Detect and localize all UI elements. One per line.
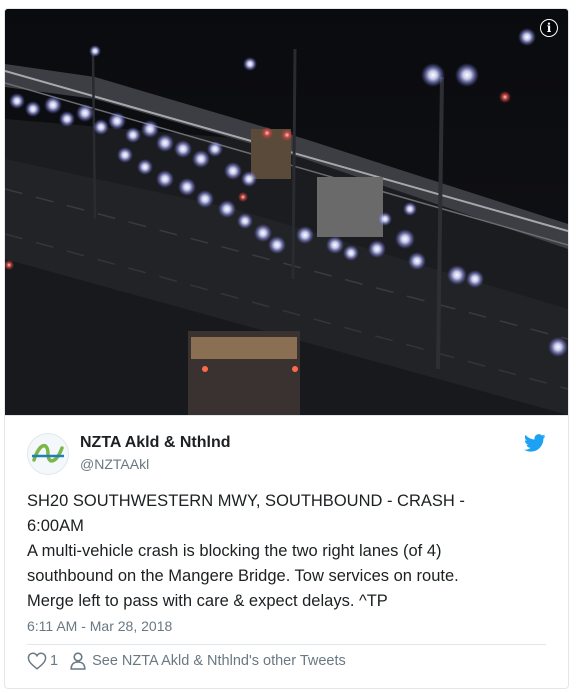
like-count[interactable]: 1 (50, 653, 58, 669)
actions-divider (27, 644, 546, 645)
embedded-tweet-card: i NZTA Akld & Nthlnd @NZTAAkl SH20 SOUTH… (4, 8, 569, 689)
heart-icon[interactable] (27, 652, 47, 670)
tweet-actions: 1 See NZTA Akld & Nthlnd's other Tweets (27, 650, 346, 672)
info-icon[interactable]: i (540, 19, 558, 37)
avatar[interactable] (27, 433, 69, 475)
display-name[interactable]: NZTA Akld & Nthlnd (80, 434, 231, 452)
user-handle[interactable]: @NZTAAkl (80, 456, 149, 472)
tweet-timestamp[interactable]: 6:11 AM - Mar 28, 2018 (27, 618, 172, 634)
twitter-bird-icon[interactable] (524, 434, 546, 452)
person-icon (70, 652, 86, 670)
see-other-tweets-link[interactable]: See NZTA Akld & Nthlnd's other Tweets (92, 653, 346, 669)
traffic-camera-photo[interactable]: i (5, 9, 568, 415)
nzta-logo-icon (32, 444, 64, 463)
media-divider (5, 415, 568, 416)
night-motorway-scene (5, 9, 568, 415)
tweet-text: SH20 SOUTHWESTERN MWY, SOUTHBOUND - CRAS… (27, 492, 465, 610)
